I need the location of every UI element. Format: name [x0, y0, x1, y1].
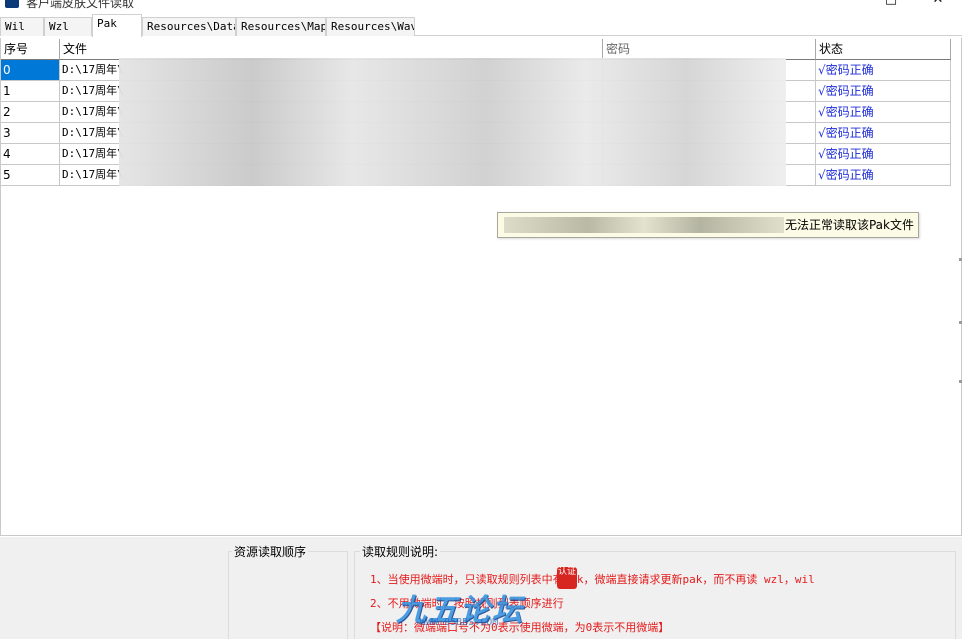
close-icon[interactable]: ✕: [931, 0, 945, 8]
tab-resources-map[interactable]: Resources\Map: [236, 17, 326, 36]
read-order-title: 资源读取顺序: [232, 543, 309, 560]
row-index: 4: [1, 144, 60, 165]
row-index: 0: [1, 60, 60, 81]
row-status: √密码正确: [816, 144, 951, 165]
row-index: 1: [1, 81, 60, 102]
row-status: √密码正确: [816, 123, 951, 144]
tooltip-message: 无法正常读取该Pak文件: [784, 218, 914, 232]
pak-file-table[interactable]: 序号 文件 密码 状态 0 D:\17周年\ √密码正确 1 D:\17周年\ …: [0, 38, 962, 536]
tab-pak[interactable]: Pak: [92, 14, 142, 37]
window-title: 客户端皮肤文件读取: [26, 0, 135, 10]
tab-resources-data[interactable]: Resources\Data: [142, 17, 236, 36]
row-status: √密码正确: [816, 60, 951, 81]
redacted-tooltip-path: [504, 217, 784, 233]
row-index: 2: [1, 102, 60, 123]
tab-wil[interactable]: Wil: [0, 17, 44, 36]
watermark-url: WWW.95BBS.COM: [420, 617, 499, 628]
maximize-icon[interactable]: □: [884, 0, 898, 8]
column-header-status[interactable]: 状态: [816, 39, 951, 60]
redacted-area: [119, 58, 786, 186]
row-index: 5: [1, 165, 60, 186]
column-header-index[interactable]: 序号: [1, 39, 60, 60]
rules-title: 读取规则说明:: [360, 543, 441, 560]
row-status: √密码正确: [816, 102, 951, 123]
bottom-panel: 资源读取顺序 读取规则说明: 1、当使用微端时，只读取规则列表中有pak，微端直…: [0, 537, 962, 639]
row-index: 3: [1, 123, 60, 144]
column-header-password[interactable]: 密码: [603, 39, 816, 60]
watermark-seal: 认证: [557, 567, 577, 589]
tooltip: 无法正常读取该Pak文件: [497, 212, 919, 238]
tab-strip: Wil Wzl Pak Resources\Data Resources\Map…: [0, 13, 962, 37]
row-status: √密码正确: [816, 165, 951, 186]
title-bar: 客户端皮肤文件读取 □ ✕: [0, 0, 962, 10]
tab-resources-wav[interactable]: Resources\Wav: [326, 17, 415, 36]
row-status: √密码正确: [816, 81, 951, 102]
app-logo-icon: [5, 0, 19, 8]
read-order-group: [228, 551, 348, 639]
column-header-file[interactable]: 文件: [60, 39, 603, 60]
tab-wzl[interactable]: Wzl: [44, 17, 92, 36]
